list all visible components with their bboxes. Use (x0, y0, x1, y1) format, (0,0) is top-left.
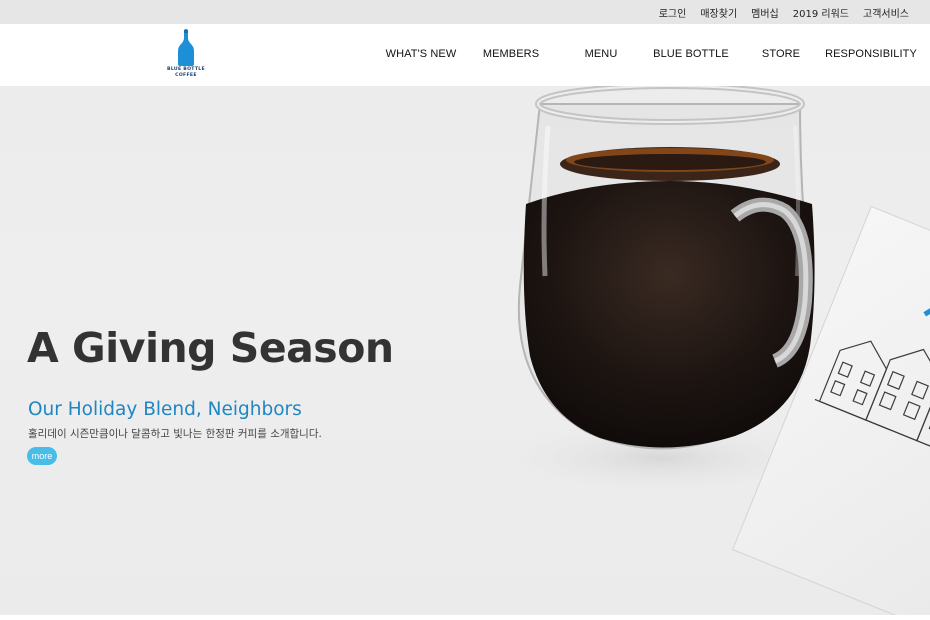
main-header: BLUE BOTTLE COFFEE WHAT'S NEW MEMBERS ME… (0, 24, 930, 86)
logo-text-line2: COFFEE (175, 73, 197, 78)
hero-banner: A Giving Season Our Holiday Blend, Neigh… (0, 86, 930, 615)
customer-service-link[interactable]: 고객서비스 (863, 5, 909, 20)
hero-subtitle: Our Holiday Blend, Neighbors (28, 399, 302, 420)
membership-link[interactable]: 멤버십 (751, 5, 779, 20)
bottom-strip (0, 615, 930, 620)
review-2019-link[interactable]: 2019 리워드 (793, 5, 849, 20)
nav-menu[interactable]: MENU (585, 48, 618, 60)
utility-bar: 로그인 매장찾기 멤버십 2019 리워드 고객서비스 (0, 0, 930, 24)
blue-bottle-icon (178, 29, 194, 66)
login-link[interactable]: 로그인 (659, 5, 687, 20)
hero-title: A Giving Season (27, 324, 394, 372)
more-button[interactable]: more (27, 447, 57, 465)
store-finder-link[interactable]: 매장찾기 (700, 5, 737, 20)
nav-responsibility[interactable]: RESPONSIBILITY (825, 48, 917, 60)
hero-description: 홀리데이 시즌만큼이나 달콤하고 빛나는 한정판 커피를 소개합니다. (28, 428, 322, 440)
nav-store[interactable]: STORE (762, 48, 800, 60)
utility-links: 로그인 매장찾기 멤버십 2019 리워드 고객서비스 (659, 0, 909, 24)
brand-logo[interactable]: BLUE BOTTLE COFFEE (163, 29, 209, 81)
nav-whats-new[interactable]: WHAT'S NEW (386, 48, 457, 60)
nav-members[interactable]: MEMBERS (483, 48, 539, 60)
logo-text-line1: BLUE BOTTLE (167, 67, 205, 72)
nav-blue-bottle[interactable]: BLUE BOTTLE (653, 48, 729, 60)
